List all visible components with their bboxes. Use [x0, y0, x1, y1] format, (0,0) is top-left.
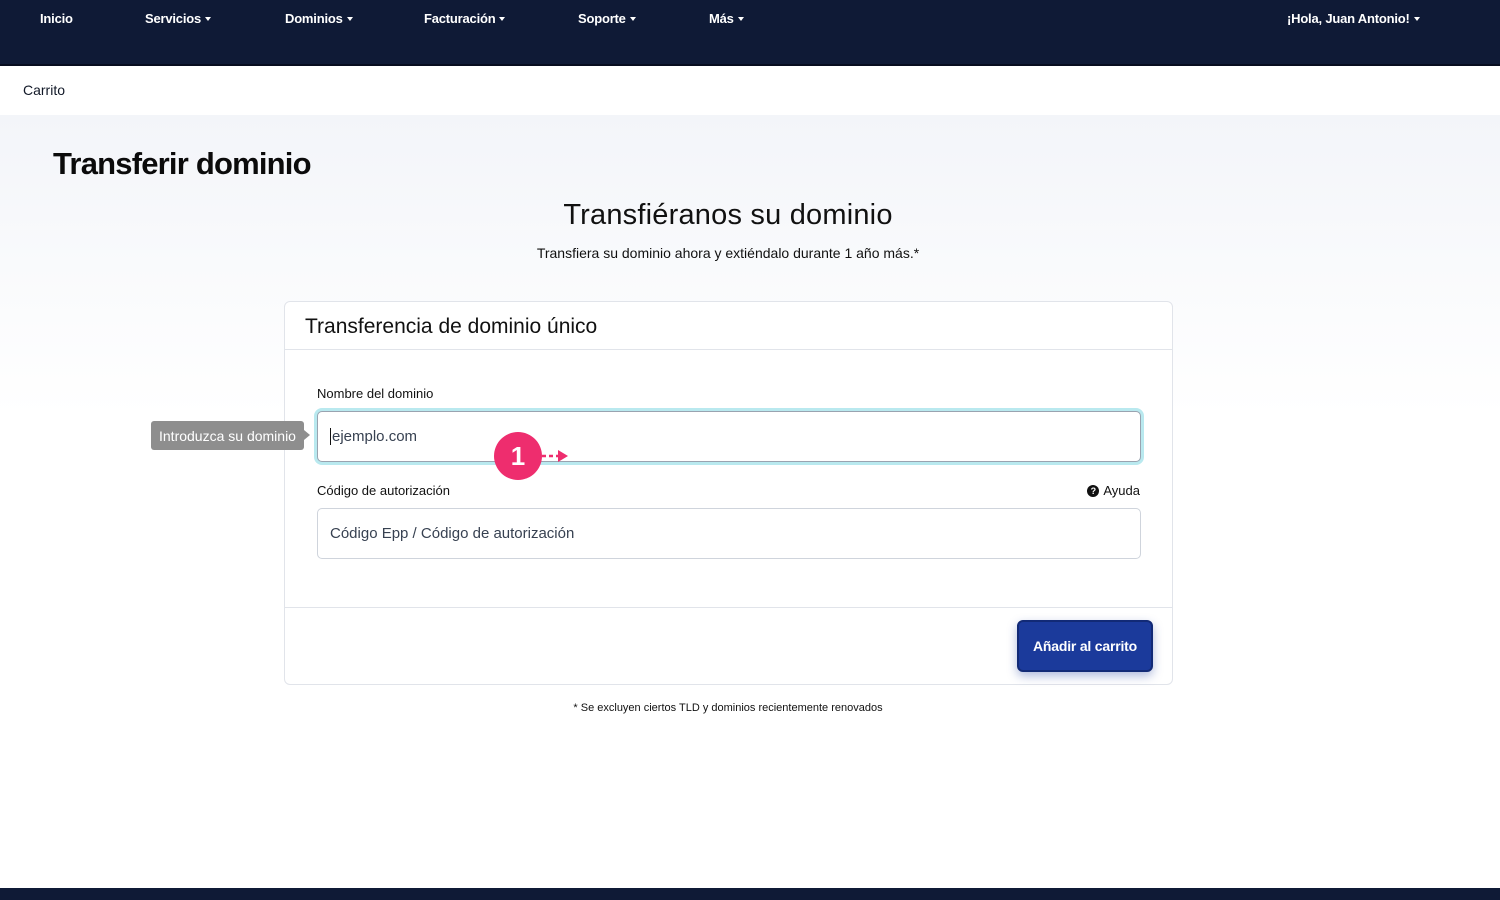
- caret-down-icon: [737, 17, 744, 21]
- card-title: Transferencia de dominio único: [305, 315, 598, 338]
- caret-down-icon: [1413, 17, 1420, 21]
- top-navbar: Inicio Servicios Dominios Facturación So…: [0, 0, 1500, 66]
- nav-item-label: Soporte: [578, 11, 626, 26]
- step-number-badge: 1: [494, 432, 542, 480]
- domain-label: Nombre del dominio: [317, 386, 434, 401]
- caret-down-icon: [629, 17, 636, 21]
- card-divider: [285, 607, 1172, 608]
- nav-item-label: Dominios: [285, 11, 343, 26]
- hero-subtitle: Transfiera su dominio ahora y extiéndalo…: [536, 245, 920, 261]
- nav-item-dominios[interactable]: Dominios: [285, 11, 353, 26]
- auth-code-placeholder: Código Epp / Código de autorización: [330, 525, 575, 542]
- nav-item-label: Inicio: [40, 11, 73, 26]
- breadcrumb[interactable]: Carrito: [23, 82, 65, 98]
- caret-down-icon: [346, 17, 353, 21]
- auth-code-label: Código de autorización: [317, 483, 450, 498]
- question-circle-icon: ?: [1087, 484, 1100, 497]
- domain-input-placeholder: ejemplo.com: [332, 428, 418, 445]
- nav-item-facturacion[interactable]: Facturación: [424, 11, 506, 26]
- breadcrumb-bar: Carrito: [0, 66, 1500, 115]
- text-cursor: [330, 428, 331, 445]
- auth-code-input[interactable]: Código Epp / Código de autorización: [317, 508, 1141, 559]
- domain-tooltip: Introduzca su dominio: [151, 421, 310, 450]
- card-header: Transferencia de dominio único: [285, 302, 1172, 350]
- nav-item-label: Más: [709, 11, 734, 26]
- user-menu[interactable]: ¡Hola, Juan Antonio!: [1287, 11, 1420, 26]
- help-label: Ayuda: [1103, 483, 1140, 498]
- page-title: Transferir dominio: [53, 146, 312, 181]
- nav-item-mas[interactable]: Más: [709, 11, 744, 26]
- user-greeting: ¡Hola, Juan Antonio!: [1287, 11, 1410, 26]
- nav-item-inicio[interactable]: Inicio: [40, 11, 73, 26]
- domain-input[interactable]: ejemplo.com: [317, 411, 1141, 462]
- footnote: * Se excluyen ciertos TLD y dominios rec…: [573, 702, 883, 714]
- transfer-card: Transferencia de dominio único Nombre de…: [284, 301, 1173, 685]
- arrow-right-icon: [542, 450, 568, 462]
- hero-title: Transfiéranos su dominio: [563, 199, 893, 231]
- caret-down-icon: [205, 17, 212, 21]
- footer-bar: [0, 888, 1500, 900]
- nav-item-servicios[interactable]: Servicios: [145, 11, 212, 26]
- add-to-cart-button[interactable]: Añadir al carrito: [1017, 620, 1153, 672]
- caret-down-icon: [499, 17, 506, 21]
- help-link[interactable]: ? Ayuda: [1087, 483, 1140, 498]
- nav-item-label: Facturación: [424, 11, 496, 26]
- nav-item-soporte[interactable]: Soporte: [578, 11, 636, 26]
- nav-item-label: Servicios: [145, 11, 202, 26]
